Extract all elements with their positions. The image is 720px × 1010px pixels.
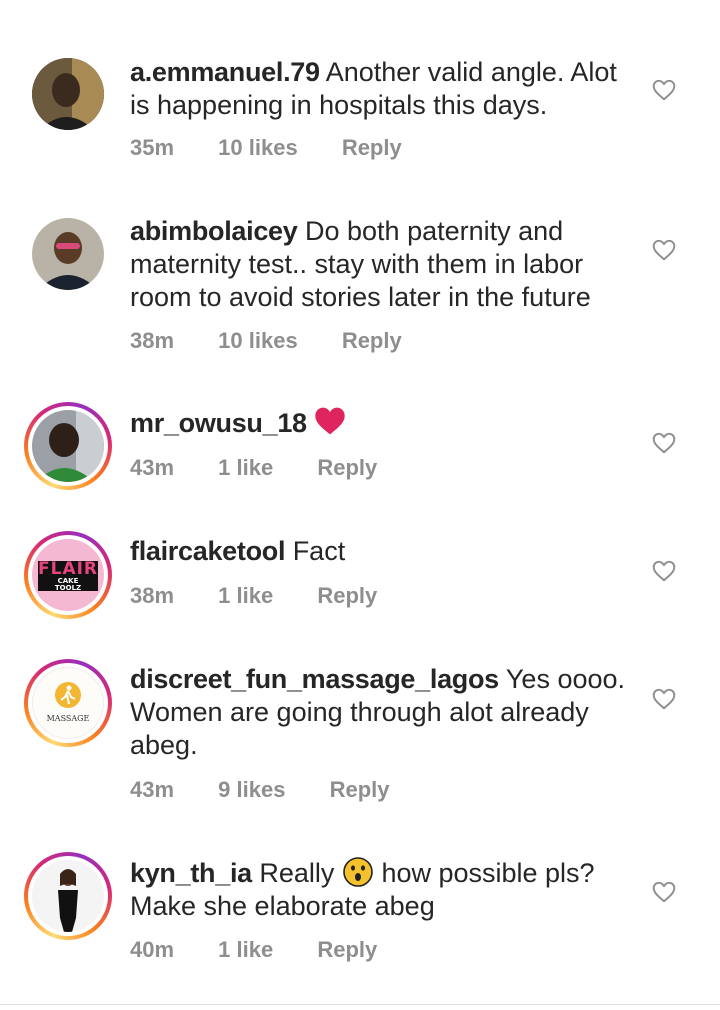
comment-likes[interactable]: 1 like [218,937,273,963]
reply-button[interactable]: Reply [342,135,402,161]
comment-text: mr_owusu_18 [130,406,630,440]
comment-likes[interactable]: 9 likes [218,777,285,803]
massage-logo: MASSAGE [32,667,104,739]
comment-meta: 40m 1 like Reply [130,937,377,963]
comment-meta: 43m 1 like Reply [130,455,377,481]
comment-text: kyn_th_ia Really how possible pls? Make … [130,856,630,923]
comment-time: 43m [130,455,175,480]
heart-outline-icon[interactable] [651,237,677,263]
comment-time: 40m [130,937,175,962]
heart-outline-icon[interactable] [651,879,677,905]
comment-username[interactable]: mr_owusu_18 [130,408,307,438]
avatar[interactable] [24,852,112,940]
heart-outline-icon[interactable] [651,558,677,584]
comment-time: 43m [130,777,175,802]
avatar[interactable]: FLAIR CAKE TOOLZ [24,531,112,619]
reply-button[interactable]: Reply [342,328,402,354]
flair-logo-line3: TOOLZ [54,584,82,592]
heart-outline-icon[interactable] [651,686,677,712]
reply-button[interactable]: Reply [317,455,377,481]
comment-likes[interactable]: 1 like [218,583,273,609]
comment-meta: 38m 1 like Reply [130,583,377,609]
comment-likes[interactable]: 10 likes [218,328,298,354]
comment-likes[interactable]: 10 likes [218,135,298,161]
heart-outline-icon[interactable] [651,77,677,103]
comment-time: 38m [130,328,175,353]
comment-time: 35m [130,135,175,160]
comment-meta: 35m 10 likes Reply [130,135,402,161]
reply-button[interactable]: Reply [330,777,390,803]
comment-time: 38m [130,583,175,608]
comment-username[interactable]: kyn_th_ia [130,858,252,888]
comment-likes[interactable]: 1 like [218,455,273,481]
comment-username[interactable]: discreet_fun_massage_lagos [130,664,499,694]
comment-meta: 38m 10 likes Reply [130,328,402,354]
reply-button[interactable]: Reply [317,937,377,963]
avatar[interactable] [32,58,104,130]
divider [0,1004,720,1005]
comment-username[interactable]: flaircaketool [130,536,285,566]
red-heart-emoji [315,407,345,435]
heart-outline-icon[interactable] [651,430,677,456]
comment-body: Fact [292,536,346,566]
comment-username[interactable]: abimbolaicey [130,216,298,246]
avatar[interactable] [32,218,104,290]
comment-text: discreet_fun_massage_lagos Yes oooo. Wom… [130,663,630,762]
flair-logo-line1: FLAIR [38,559,99,579]
comment-text: a.emmanuel.79 Another valid angle. Alot … [130,56,630,122]
comment-text: flaircaketool Fact [130,535,630,568]
comment-username[interactable]: a.emmanuel.79 [130,57,320,87]
comment-meta: 43m 9 likes Reply [130,777,390,803]
comment-text: abimbolaicey Do both paternity and mater… [130,215,630,314]
massage-logo-label: MASSAGE [46,714,90,723]
avatar[interactable] [24,402,112,490]
reply-button[interactable]: Reply [317,583,377,609]
avatar[interactable]: MASSAGE [24,659,112,747]
comment-body-start: Really [259,858,335,888]
astonished-face-emoji [343,857,373,887]
flair-logo: FLAIR CAKE TOOLZ [32,539,104,611]
